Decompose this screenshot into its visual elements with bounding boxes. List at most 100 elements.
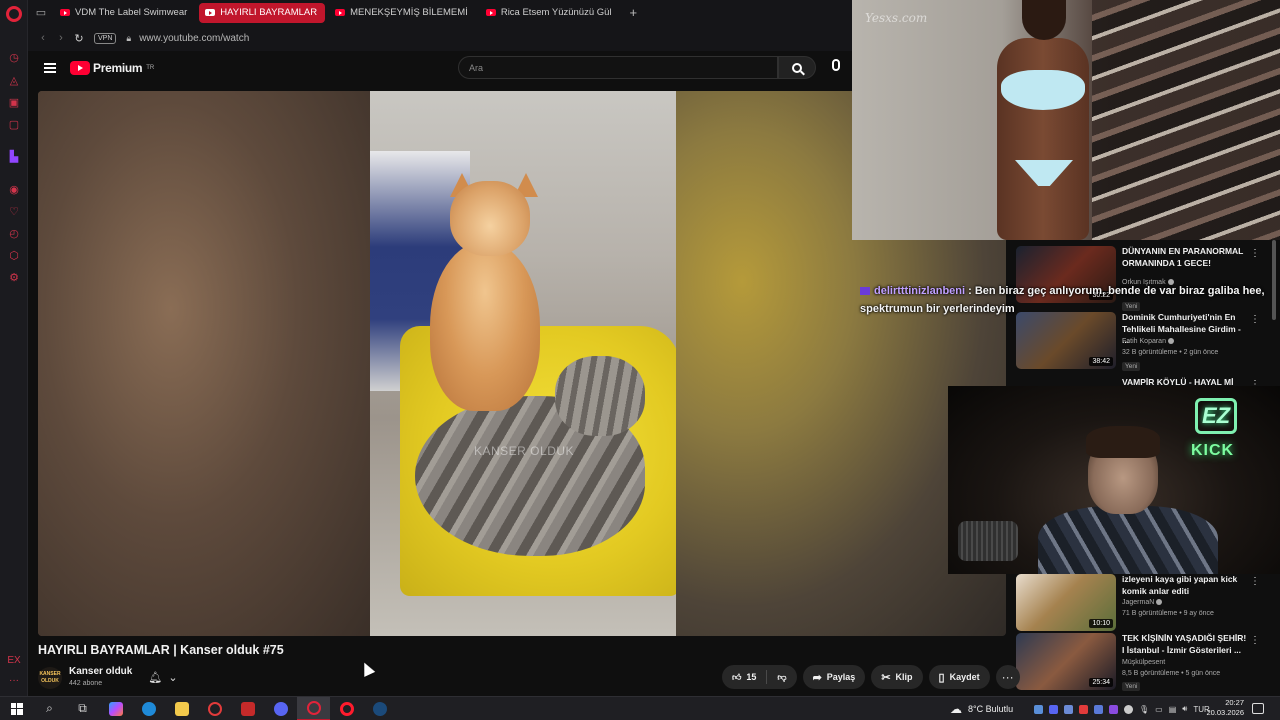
tab-menekseymis[interactable]: MENEKŞEYMİŞ BİLEMEMİ	[329, 3, 476, 23]
duration-badge: 10:10	[1089, 619, 1113, 628]
lock-icon[interactable]: 🔒︎	[126, 33, 131, 44]
player-icon[interactable]: ◉	[7, 182, 21, 196]
copilot-icon[interactable]	[99, 697, 132, 720]
video-thumbnail[interactable]: 38:42	[1016, 312, 1116, 369]
share-button[interactable]: ➦ Paylaş	[802, 665, 866, 689]
like-button[interactable]: 👍︎ 15	[722, 672, 766, 683]
video-meta: 71 B görüntüleme • 9 ay önce	[1122, 610, 1214, 617]
tray-app-icon[interactable]	[1109, 704, 1118, 714]
bookmark-icon: ▯	[938, 671, 945, 684]
video-title[interactable]: DÜNYANIN EN PARANORMAL ORMANINDA 1 GECE!	[1122, 246, 1248, 269]
opera-icon[interactable]	[330, 697, 363, 720]
clock[interactable]: 20:27 20.03.2026	[1200, 698, 1244, 718]
volume-icon[interactable]: 🔊︎	[1182, 704, 1187, 714]
subscription-bell-button[interactable]: 🔔︎ ⌄	[140, 666, 186, 688]
tab-hayirli-bayramlar[interactable]: HAYIRLI BAYRAMLAR	[199, 2, 326, 23]
youtube-logo[interactable]: Premium TR	[70, 60, 155, 75]
video-app-icon[interactable]	[231, 697, 264, 720]
tray-discord-icon[interactable]	[1049, 704, 1058, 714]
desktop: ◷ ◬ ▣ ▢ ▙ ◉ ♡ ◴ ⬡ ⚙ EX ··· ▭ VDM The Lab…	[0, 0, 1280, 720]
opera-gx-icon[interactable]	[297, 696, 330, 720]
channel-avatar[interactable]: KANSER OLDUK	[38, 667, 62, 689]
more-options-icon[interactable]: ⋮	[1250, 576, 1260, 587]
extensions-icon[interactable]: ⬡	[7, 248, 21, 262]
tab-rica-etsem[interactable]: Rica Etsem Yüzünüzü Gül	[480, 3, 620, 23]
url-field[interactable]: www.youtube.com/watch	[139, 33, 249, 44]
search-button[interactable]	[778, 56, 816, 79]
region-label: TR	[146, 64, 155, 71]
channel-name[interactable]: Kanser olduk	[69, 666, 132, 677]
messenger-icon[interactable]: ◬	[7, 73, 21, 87]
instagram-icon[interactable]: ▢	[7, 117, 21, 131]
mic-icon[interactable]	[832, 59, 840, 71]
clip-label: Klip	[895, 672, 913, 682]
channel-name[interactable]: Müşkülpesent	[1122, 659, 1165, 666]
speaker-favicon-icon	[205, 9, 216, 16]
settings-icon[interactable]: ⚙	[7, 270, 21, 284]
steam-icon[interactable]	[363, 697, 396, 720]
search-icon[interactable]: ⌕	[33, 697, 66, 720]
bookmark-icon[interactable]: ♡	[7, 204, 21, 218]
new-tab-button[interactable]: +	[624, 5, 644, 20]
whatsapp-icon[interactable]: ▣	[7, 95, 21, 109]
menu-icon[interactable]	[44, 62, 56, 73]
tray-app-icon[interactable]	[1094, 704, 1103, 714]
video-title[interactable]: TEK KİŞİNİN YAŞADIĞI ŞEHİR! I İstanbul -…	[1122, 633, 1248, 656]
vpn-badge[interactable]: VPN	[94, 32, 117, 44]
reload-icon[interactable]: ↻	[70, 32, 88, 45]
weather-label: 8°C Bulutlu	[968, 704, 1014, 714]
edge-icon[interactable]	[132, 697, 165, 720]
start-button[interactable]	[0, 697, 33, 720]
thumbs-down-icon: 👎︎	[777, 671, 787, 682]
task-view-icon[interactable]: ⧉	[66, 697, 99, 720]
microphone-icon[interactable]: 🎙︎	[1139, 705, 1149, 714]
save-button[interactable]: ▯ Kaydet	[928, 665, 990, 689]
kick-logo: KICK	[1191, 442, 1235, 459]
channel-name[interactable]: JagermaN	[1122, 599, 1163, 606]
youtube-favicon-icon	[485, 9, 496, 16]
video-title[interactable]: izleyeni kaya gibi yapan kick komik anla…	[1122, 574, 1248, 597]
tray-app-icon[interactable]	[1064, 704, 1073, 714]
list-item[interactable]: 38:42 Dominik Cumhuriyeti'nin En Tehlike…	[1016, 312, 1276, 382]
more-options-icon[interactable]: ⋮	[1250, 248, 1260, 259]
video-thumbnail[interactable]: 25:34	[1016, 633, 1116, 690]
tab-bar: ▭ VDM The Label Swimwear HAYIRLI BAYRAML…	[28, 0, 854, 25]
back-icon[interactable]: ‹	[34, 32, 52, 44]
twitch-icon[interactable]: ▙	[7, 149, 21, 163]
more-options-icon[interactable]: ⋮	[1250, 635, 1260, 646]
chat-badge-icon	[860, 287, 870, 296]
like-count: 15	[746, 672, 757, 682]
search-input[interactable]: Ara	[458, 56, 778, 79]
tray-app-icon[interactable]	[1034, 704, 1043, 714]
history-icon[interactable]: ◷	[7, 50, 21, 64]
file-explorer-icon[interactable]	[165, 697, 198, 720]
share-icon: ➦	[812, 671, 822, 684]
chrome-icon[interactable]	[198, 697, 231, 720]
video-frame: KANSER OLDUK	[370, 91, 676, 636]
tab-swimwear[interactable]: VDM The Label Swimwear	[54, 3, 195, 23]
video-thumbnail[interactable]: 10:10	[1016, 574, 1116, 631]
workspaces-icon[interactable]: ▭	[28, 6, 54, 19]
weather-widget[interactable]: ☁ 8°C Bulutlu	[950, 697, 1013, 720]
channel-label: Fatih Koparan	[1122, 338, 1166, 345]
microphone	[958, 521, 1018, 561]
more-icon[interactable]: ···	[7, 673, 21, 687]
ext-label[interactable]: EX	[7, 653, 21, 667]
clip-button[interactable]: ✂ Klip	[871, 665, 923, 689]
tray-app-icon[interactable]	[1124, 704, 1133, 714]
network-icon[interactable]: ▤	[1169, 705, 1177, 714]
list-item[interactable]: 25:34 TEK KİŞİNİN YAŞADIĞI ŞEHİR! I İsta…	[1016, 633, 1276, 703]
youtube-favicon-icon	[335, 9, 346, 16]
bell-icon: 🔔︎	[148, 671, 163, 684]
forward-icon[interactable]: ›	[52, 32, 70, 44]
notification-icon[interactable]	[1252, 703, 1264, 714]
stream-chat-message: delirtttinizlanbeni : Ben biraz geç anlı…	[860, 282, 1280, 318]
more-actions-button[interactable]: ···	[995, 665, 1020, 689]
channel-name[interactable]: Fatih Koparan	[1122, 338, 1174, 345]
discord-icon[interactable]	[264, 697, 297, 720]
dislike-button[interactable]: 👎︎	[767, 672, 796, 683]
battery-icon[interactable]: ▭	[1155, 705, 1163, 714]
clock-icon[interactable]: ◴	[7, 226, 21, 240]
opera-logo-icon[interactable]	[6, 6, 22, 22]
tray-opera-icon[interactable]	[1079, 704, 1088, 714]
